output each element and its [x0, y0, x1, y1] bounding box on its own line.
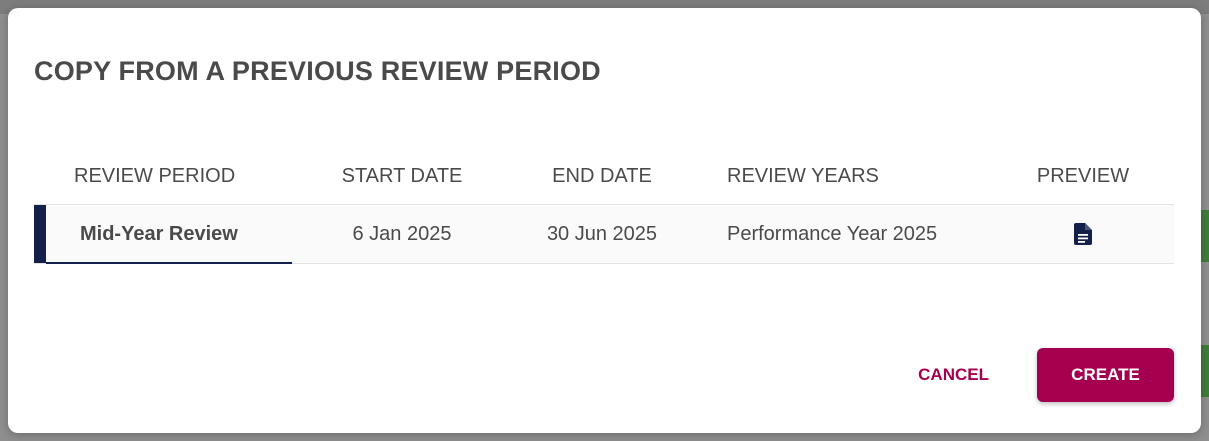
header-end-date: END DATE	[552, 164, 652, 187]
copy-review-period-dialog: COPY FROM A PREVIOUS REVIEW PERIOD REVIE…	[8, 8, 1201, 433]
selected-cell-underline	[46, 262, 292, 264]
cell-end-date: 30 Jun 2025	[546, 222, 658, 245]
cell-review-years: Performance Year 2025	[727, 222, 938, 245]
table-header: REVIEW PERIOD START DATE END DATE REVIEW…	[34, 148, 1174, 205]
dialog-actions: CANCEL CREATE	[886, 348, 1174, 402]
header-preview: PREVIEW	[1036, 164, 1130, 187]
cell-preview	[992, 223, 1174, 246]
header-review-years: REVIEW YEARS	[727, 164, 879, 187]
create-button[interactable]: CREATE	[1037, 348, 1174, 402]
table-row[interactable]: Mid-Year Review 6 Jan 2025 30 Jun 2025 P…	[34, 205, 1174, 264]
cancel-button[interactable]: CANCEL	[886, 348, 1021, 402]
header-review-period: REVIEW PERIOD	[74, 164, 236, 187]
modal-backdrop: COPY FROM A PREVIOUS REVIEW PERIOD REVIE…	[0, 0, 1209, 441]
dialog-title: COPY FROM A PREVIOUS REVIEW PERIOD	[34, 56, 601, 86]
review-period-table: REVIEW PERIOD START DATE END DATE REVIEW…	[34, 148, 1174, 264]
cell-start-date: 6 Jan 2025	[352, 222, 452, 245]
header-start-date: START DATE	[341, 164, 463, 187]
selected-row-indicator	[34, 205, 46, 263]
document-icon[interactable]	[1074, 223, 1092, 246]
cell-review-period: Mid-Year Review	[80, 222, 238, 245]
